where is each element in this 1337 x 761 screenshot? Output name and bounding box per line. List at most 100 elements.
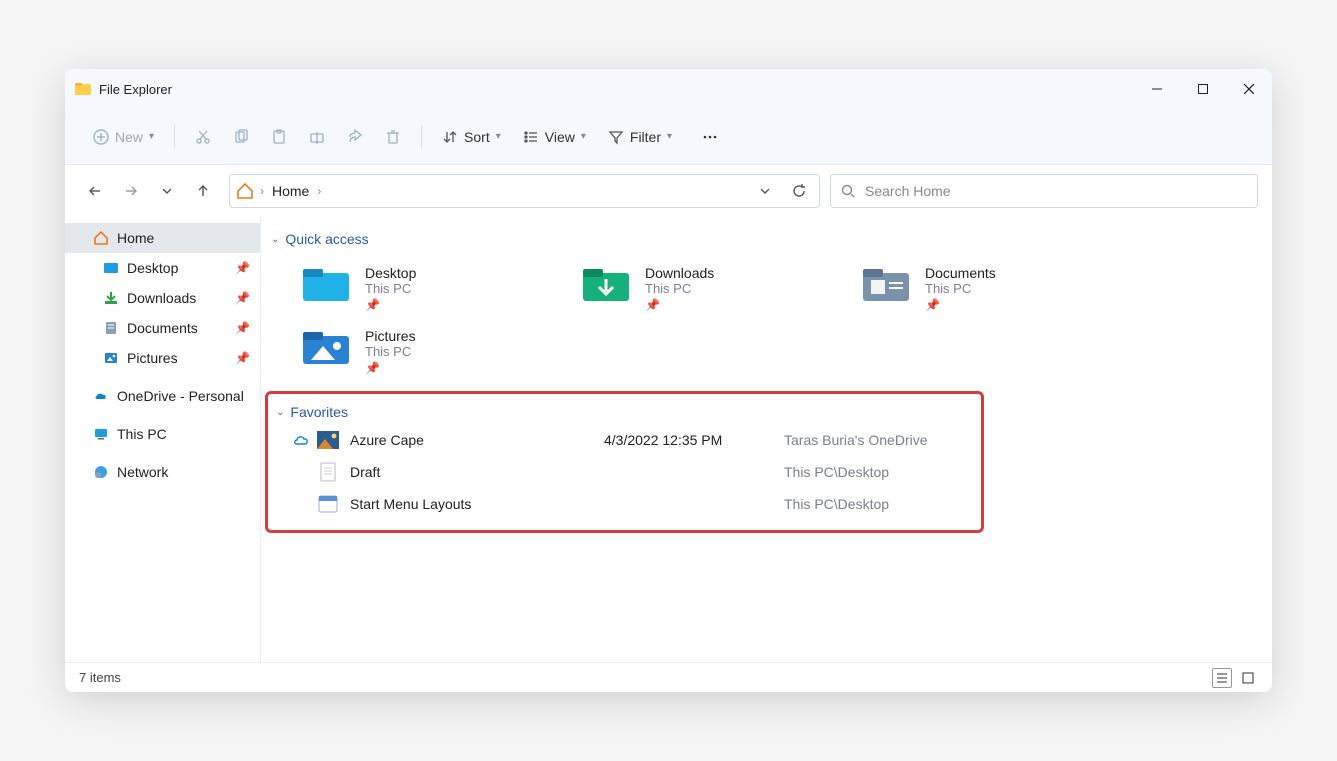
sidebar-label: Documents xyxy=(127,320,198,336)
details-view-button[interactable] xyxy=(1212,668,1232,688)
sidebar-item-downloads[interactable]: Downloads 📌 xyxy=(65,283,260,313)
navigation-row: › Home › Search Home xyxy=(65,165,1272,217)
folder-icon xyxy=(581,265,631,305)
quick-access-documents[interactable]: Documents This PC 📌 xyxy=(857,259,1137,318)
view-toggle xyxy=(1212,668,1258,688)
cut-button[interactable] xyxy=(185,119,221,155)
more-button[interactable] xyxy=(692,119,728,155)
group-favorites[interactable]: ⌄ Favorites xyxy=(274,400,975,424)
pin-icon: 📌 xyxy=(235,351,250,365)
rename-button[interactable] xyxy=(299,119,335,155)
image-thumbnail-icon xyxy=(312,431,344,449)
breadcrumb-home[interactable]: Home xyxy=(270,183,311,199)
chevron-down-icon: ⌄ xyxy=(276,407,284,418)
up-button[interactable] xyxy=(187,175,219,207)
sidebar-label: OneDrive - Personal xyxy=(117,388,244,404)
forward-button[interactable] xyxy=(115,175,147,207)
item-sub: This PC xyxy=(645,281,714,296)
address-dropdown[interactable] xyxy=(751,177,779,205)
quick-access-desktop[interactable]: Desktop This PC 📌 xyxy=(297,259,577,318)
new-button[interactable]: New ▾ xyxy=(83,119,164,155)
sidebar-item-documents[interactable]: Documents 📌 xyxy=(65,313,260,343)
quick-access-pictures[interactable]: Pictures This PC 📌 xyxy=(297,322,577,381)
search-placeholder: Search Home xyxy=(865,183,951,199)
address-bar[interactable]: › Home › xyxy=(229,174,820,208)
favorites-highlight-box: ⌄ Favorites Azure Cape 4/3/2022 12:35 PM… xyxy=(265,391,984,533)
sidebar-label: Pictures xyxy=(127,350,178,366)
sidebar-label: Downloads xyxy=(127,290,196,306)
text-file-icon xyxy=(312,462,344,482)
home-icon[interactable] xyxy=(236,182,254,200)
view-button[interactable]: View ▾ xyxy=(513,119,596,155)
item-date: 4/3/2022 12:35 PM xyxy=(604,432,784,448)
item-name: Pictures xyxy=(365,328,416,344)
item-name: Draft xyxy=(344,464,604,480)
sort-button[interactable]: Sort ▾ xyxy=(432,119,511,155)
tiles-view-button[interactable] xyxy=(1238,668,1258,688)
titlebar: File Explorer xyxy=(65,69,1272,109)
minimize-button[interactable] xyxy=(1134,69,1180,109)
item-count: 7 items xyxy=(79,670,121,685)
sidebar-label: Desktop xyxy=(127,260,178,276)
item-name: Desktop xyxy=(365,265,416,281)
item-sub: This PC xyxy=(365,344,416,359)
sidebar-item-home[interactable]: Home xyxy=(65,223,260,253)
item-location: This PC\Desktop xyxy=(784,496,889,512)
chevron-down-icon: ▾ xyxy=(581,131,586,142)
pin-icon: 📌 xyxy=(235,261,250,275)
share-button[interactable] xyxy=(337,119,373,155)
group-quick-access[interactable]: ⌄ Quick access xyxy=(269,227,1264,251)
copy-button[interactable] xyxy=(223,119,259,155)
breadcrumb-separator: › xyxy=(317,184,321,198)
favorite-item[interactable]: Draft This PC\Desktop xyxy=(274,456,975,488)
pin-icon: 📌 xyxy=(235,321,250,335)
paste-button[interactable] xyxy=(261,119,297,155)
delete-button[interactable] xyxy=(375,119,411,155)
sidebar: Home Desktop 📌 Downloads 📌 Documents 📌 P… xyxy=(65,217,260,662)
search-icon xyxy=(841,184,855,198)
sort-label: Sort xyxy=(464,129,490,145)
pin-icon: 📌 xyxy=(365,361,416,375)
sidebar-item-desktop[interactable]: Desktop 📌 xyxy=(65,253,260,283)
new-label: New xyxy=(115,129,143,145)
chevron-down-icon: ⌄ xyxy=(271,234,279,245)
item-sub: This PC xyxy=(365,281,416,296)
sidebar-item-onedrive[interactable]: OneDrive - Personal xyxy=(65,381,260,411)
group-label: Quick access xyxy=(285,231,368,247)
maximize-button[interactable] xyxy=(1180,69,1226,109)
separator xyxy=(174,125,175,149)
sidebar-label: This PC xyxy=(117,426,167,442)
refresh-button[interactable] xyxy=(785,177,813,205)
quick-access-grid: Desktop This PC 📌 Downloads This PC 📌 xyxy=(269,251,1264,391)
app-icon xyxy=(75,81,91,97)
status-bar: 7 items xyxy=(65,662,1272,692)
item-name: Start Menu Layouts xyxy=(344,496,604,512)
sidebar-label: Home xyxy=(117,230,154,246)
item-location: This PC\Desktop xyxy=(784,464,889,480)
pin-icon: 📌 xyxy=(645,298,714,312)
view-label: View xyxy=(545,129,575,145)
window-controls xyxy=(1134,69,1272,109)
sidebar-label: Network xyxy=(117,464,168,480)
chevron-down-icon: ▾ xyxy=(667,131,672,142)
recent-button[interactable] xyxy=(151,175,183,207)
sidebar-item-network[interactable]: Network xyxy=(65,457,260,487)
separator xyxy=(421,125,422,149)
sidebar-item-pictures[interactable]: Pictures 📌 xyxy=(65,343,260,373)
item-name: Azure Cape xyxy=(344,432,604,448)
cloud-sync-icon xyxy=(290,434,312,446)
app-file-icon xyxy=(312,495,344,513)
close-button[interactable] xyxy=(1226,69,1272,109)
folder-icon xyxy=(301,328,351,368)
item-name: Downloads xyxy=(645,265,714,281)
pin-icon: 📌 xyxy=(925,298,996,312)
search-box[interactable]: Search Home xyxy=(830,174,1258,208)
item-sub: This PC xyxy=(925,281,996,296)
sidebar-item-thispc[interactable]: This PC xyxy=(65,419,260,449)
favorite-item[interactable]: Azure Cape 4/3/2022 12:35 PM Taras Buria… xyxy=(274,424,975,456)
folder-icon xyxy=(301,265,351,305)
filter-button[interactable]: Filter ▾ xyxy=(598,119,682,155)
back-button[interactable] xyxy=(79,175,111,207)
quick-access-downloads[interactable]: Downloads This PC 📌 xyxy=(577,259,857,318)
favorite-item[interactable]: Start Menu Layouts This PC\Desktop xyxy=(274,488,975,520)
